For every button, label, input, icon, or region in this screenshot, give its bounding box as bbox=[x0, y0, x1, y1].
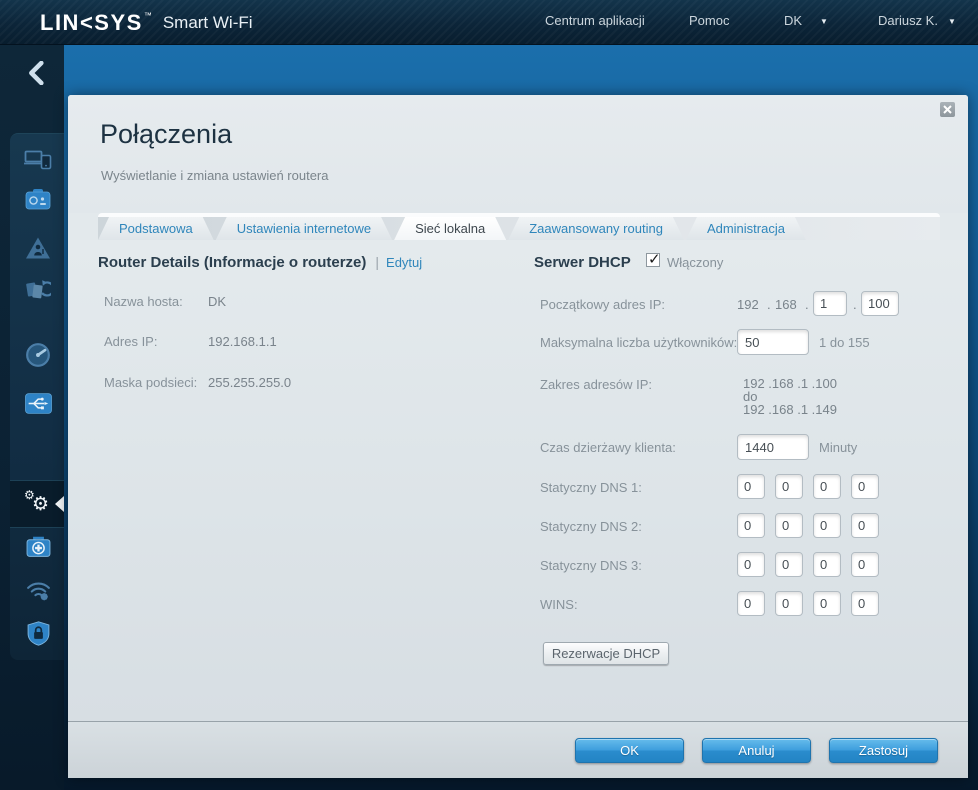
lease-time-label: Czas dzierżawy klienta: bbox=[540, 440, 676, 455]
menu-help[interactable]: Pomoc bbox=[689, 13, 729, 28]
connectivity-dialog: Połączenia Wyświetlanie i zmiana ustawie… bbox=[68, 95, 968, 778]
collapse-chevron-icon[interactable] bbox=[26, 61, 46, 85]
tab-siec-lokalna[interactable]: Sieć lokalna bbox=[394, 217, 506, 240]
footer-buttons: OK Anuluj Zastosuj bbox=[575, 738, 938, 763]
dns1-octet3-input[interactable] bbox=[813, 474, 841, 499]
dns3-label: Statyczny DNS 3: bbox=[540, 558, 642, 573]
edit-link[interactable]: Edytuj bbox=[386, 255, 422, 270]
lease-time-input[interactable] bbox=[737, 434, 809, 460]
apply-button[interactable]: Zastosuj bbox=[829, 738, 938, 763]
tab-content: Router Details (Informacje o routerze)|E… bbox=[68, 240, 968, 721]
speed-test-icon[interactable] bbox=[24, 341, 52, 369]
dns2-octet2-input[interactable] bbox=[775, 513, 803, 538]
dns3-octet3-input[interactable] bbox=[813, 552, 841, 577]
hostname-value: DK bbox=[208, 294, 226, 309]
tab-ustawienia-internetowe[interactable]: Ustawienia internetowe bbox=[216, 217, 392, 240]
user-caret-icon[interactable]: ▼ bbox=[948, 17, 956, 26]
top-menu: Centrum aplikacji Pomoc DK ▼ Dariusz K. … bbox=[0, 0, 978, 45]
dialog-header: Połączenia Wyświetlanie i zmiana ustawie… bbox=[68, 95, 968, 213]
tab-podstawowa[interactable]: Podstawowa bbox=[98, 217, 214, 240]
dns1-octet4-input[interactable] bbox=[851, 474, 879, 499]
dns3-octet2-input[interactable] bbox=[775, 552, 803, 577]
troubleshooting-icon[interactable] bbox=[24, 532, 52, 560]
menu-user-name[interactable]: Dariusz K. bbox=[878, 13, 938, 28]
start-ip-octet4-input[interactable] bbox=[861, 291, 899, 316]
max-users-hint: 1 do 155 bbox=[819, 335, 870, 350]
ip-address-label: Adres IP: bbox=[104, 334, 157, 349]
tab-administracja[interactable]: Administracja bbox=[686, 217, 806, 240]
wins-label: WINS: bbox=[540, 597, 578, 612]
dns3-octet4-input[interactable] bbox=[851, 552, 879, 577]
heading-separator: | bbox=[375, 254, 379, 270]
sidebar: ⚙ ⚙ bbox=[0, 45, 64, 790]
active-pointer-icon bbox=[55, 496, 64, 512]
cancel-button[interactable]: Anuluj bbox=[702, 738, 811, 763]
lease-time-unit: Minuty bbox=[819, 440, 857, 455]
router-details-heading: Router Details (Informacje o routerze)|E… bbox=[98, 254, 422, 271]
settings-gears-icon[interactable]: ⚙ ⚙ bbox=[24, 489, 52, 517]
dns2-octet3-input[interactable] bbox=[813, 513, 841, 538]
tab-zaawansowany-routing[interactable]: Zaawansowany routing bbox=[508, 217, 684, 240]
media-prioritization-icon[interactable] bbox=[24, 276, 52, 304]
topbar: LIN<SYS™ Smart Wi-Fi Centrum aplikacji P… bbox=[0, 0, 978, 45]
ip-dot: . bbox=[767, 297, 771, 312]
close-icon[interactable] bbox=[940, 102, 955, 117]
start-ip-octet1: 192 bbox=[737, 297, 759, 312]
dns1-label: Statyczny DNS 1: bbox=[540, 480, 642, 495]
ip-dot: . bbox=[805, 297, 809, 312]
subnet-mask-value: 255.255.255.0 bbox=[208, 375, 291, 390]
ip-range-label: Zakres adresów IP: bbox=[540, 377, 652, 392]
dns3-octet1-input[interactable] bbox=[737, 552, 765, 577]
page-title: Połączenia bbox=[100, 119, 232, 150]
max-users-input[interactable] bbox=[737, 329, 809, 355]
dns2-octet1-input[interactable] bbox=[737, 513, 765, 538]
dialog-footer: OK Anuluj Zastosuj bbox=[68, 721, 968, 778]
ip-dot: . bbox=[853, 297, 857, 312]
dns1-octet2-input[interactable] bbox=[775, 474, 803, 499]
dhcp-enabled-checkbox[interactable] bbox=[646, 253, 660, 267]
dns2-octet4-input[interactable] bbox=[851, 513, 879, 538]
dns1-octet1-input[interactable] bbox=[737, 474, 765, 499]
max-users-label: Maksymalna liczba użytkowników: bbox=[540, 335, 737, 350]
wins-octet3-input[interactable] bbox=[813, 591, 841, 616]
wins-octet1-input[interactable] bbox=[737, 591, 765, 616]
dhcp-reservations-button[interactable]: Rezerwacje DHCP bbox=[543, 642, 669, 665]
ip-address-value: 192.168.1.1 bbox=[208, 334, 277, 349]
wireless-settings-icon[interactable] bbox=[24, 576, 52, 604]
tab-bar: Podstawowa Ustawienia internetowe Sieć l… bbox=[98, 213, 940, 240]
dns2-label: Statyczny DNS 2: bbox=[540, 519, 642, 534]
dhcp-heading: Serwer DHCP bbox=[534, 254, 631, 271]
devices-icon[interactable] bbox=[24, 146, 52, 174]
hostname-label: Nazwa hosta: bbox=[104, 294, 183, 309]
wins-octet2-input[interactable] bbox=[775, 591, 803, 616]
ok-button[interactable]: OK bbox=[575, 738, 684, 763]
start-ip-label: Początkowy adres IP: bbox=[540, 297, 665, 312]
media-icon[interactable] bbox=[24, 186, 52, 214]
start-ip-octet2: 168 bbox=[775, 297, 797, 312]
subnet-mask-label: Maska podsieci: bbox=[104, 375, 197, 390]
router-caret-icon[interactable]: ▼ bbox=[820, 17, 828, 26]
start-ip-octet3-input[interactable] bbox=[813, 291, 847, 316]
wins-octet4-input[interactable] bbox=[851, 591, 879, 616]
page-subtitle: Wyświetlanie i zmiana ustawień routera bbox=[101, 168, 328, 183]
menu-app-center[interactable]: Centrum aplikacji bbox=[545, 13, 645, 28]
dhcp-enabled-label: Włączony bbox=[667, 255, 723, 270]
security-icon[interactable] bbox=[24, 619, 52, 647]
menu-router-name[interactable]: DK bbox=[784, 13, 802, 28]
ip-range-to: 192 .168 .1 .149 bbox=[743, 402, 837, 417]
usb-storage-icon[interactable] bbox=[24, 389, 52, 417]
parental-controls-icon[interactable] bbox=[24, 234, 52, 262]
